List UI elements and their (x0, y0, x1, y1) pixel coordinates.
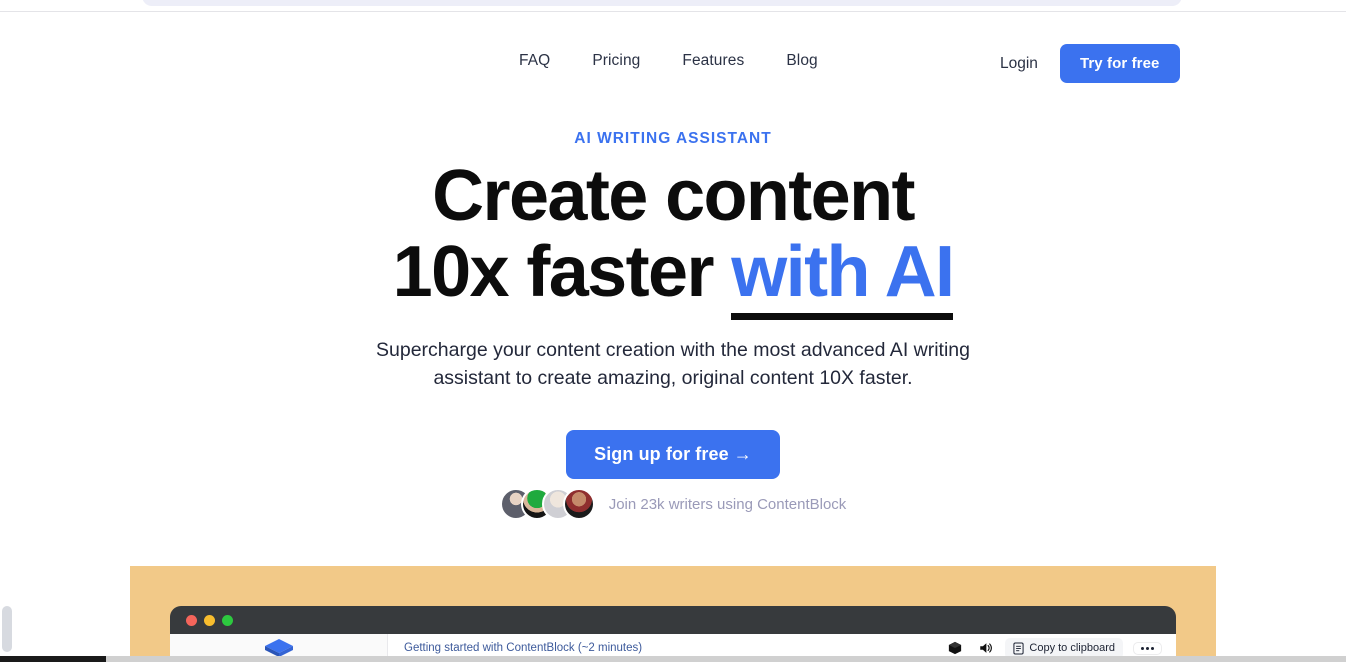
login-link[interactable]: Login (1000, 55, 1038, 73)
headline-accent-text: with AI (731, 232, 955, 320)
hero-section: AI WRITING ASSISTANT Create content 10x … (0, 130, 1346, 392)
document-icon (1013, 641, 1024, 655)
headline-plain-text: 10x faster (392, 232, 732, 312)
page-root: FAQ Pricing Features Blog Login Try for … (0, 0, 1346, 662)
headline-line-2: 10x faster with AI (0, 232, 1346, 320)
ellipsis-icon[interactable] (1133, 641, 1162, 655)
primary-navigation: FAQ Pricing Features Blog (519, 52, 818, 70)
horizontal-scrollbar-thumb[interactable] (0, 656, 106, 662)
avatar (562, 488, 595, 520)
page-title: Create content 10x faster with AI (0, 160, 1346, 320)
avatar-group (499, 488, 595, 520)
copy-to-clipboard-label: Copy to clipboard (1029, 642, 1115, 654)
product-showcase: Getting started with ContentBlock (~2 mi… (130, 566, 1216, 662)
window-close-dot[interactable] (186, 614, 197, 626)
site-header: FAQ Pricing Features Blog Login Try for … (0, 12, 1346, 92)
hero-cta-wrap: Sign up for free → (0, 430, 1346, 479)
nav-link-faq[interactable]: FAQ (519, 52, 550, 70)
try-for-free-button[interactable]: Try for free (1059, 44, 1180, 83)
document-title: Getting started with ContentBlock (~2 mi… (404, 642, 643, 654)
hero-subtitle: Supercharge your content creation with t… (376, 339, 970, 389)
social-proof: Join 23k writers using ContentBlock (0, 488, 1346, 520)
nav-link-pricing[interactable]: Pricing (592, 52, 640, 70)
header-actions: Login Try for free (1000, 44, 1180, 83)
nav-link-features[interactable]: Features (682, 52, 744, 70)
horizontal-scrollbar[interactable] (0, 656, 1346, 662)
hero-eyebrow: AI WRITING ASSISTANT (574, 130, 772, 147)
app-window-mockup: Getting started with ContentBlock (~2 mi… (170, 606, 1176, 662)
cube-icon[interactable] (945, 638, 965, 658)
window-titlebar (170, 606, 1176, 634)
speaker-icon[interactable] (975, 638, 995, 658)
window-maximize-dot[interactable] (222, 614, 233, 626)
top-notification-bar[interactable] (142, 0, 1182, 6)
sign-up-for-free-button[interactable]: Sign up for free → (566, 430, 780, 479)
nav-link-blog[interactable]: Blog (786, 52, 817, 70)
vertical-scrollbar-thumb[interactable] (2, 606, 12, 652)
social-proof-text: Join 23k writers using ContentBlock (608, 495, 847, 513)
window-minimize-dot[interactable] (204, 614, 215, 626)
headline-line-1: Create content (432, 156, 915, 236)
